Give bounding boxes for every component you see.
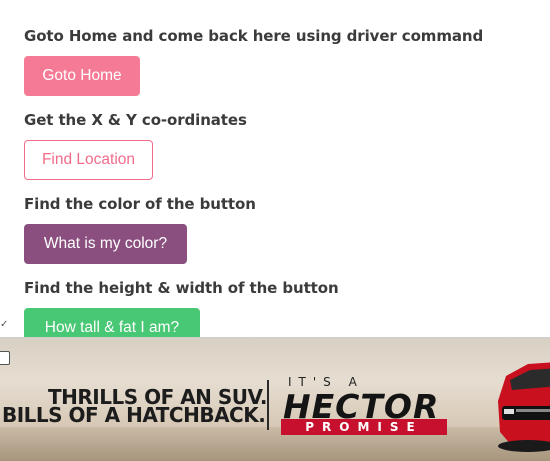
ad-headline-line2: BILLS OF A HATCHBACK. [2,403,266,427]
car-image [498,362,550,452]
find-location-button[interactable]: Find Location [24,140,153,180]
ad-background-skyline [0,427,550,461]
ad-promise-bar: PROMISE [281,419,447,435]
ad-divider [267,380,269,430]
coordinates-label: Get the X & Y co-ordinates [24,111,247,129]
size-label: Find the height & width of the button [24,279,339,297]
ad-promise-text: PROMISE [305,420,423,434]
what-is-my-color-button[interactable]: What is my color? [24,224,187,264]
goto-home-button[interactable]: Goto Home [24,56,140,96]
info-icon[interactable] [0,351,10,365]
color-label: Find the color of the button [24,195,256,213]
goto-home-label: Goto Home and come back here using drive… [24,27,484,45]
expand-arrow-icon[interactable]: ✓ [0,320,8,330]
advertisement-banner[interactable]: THRILLS OF AN SUV. BILLS OF A HATCHBACK.… [0,337,550,461]
